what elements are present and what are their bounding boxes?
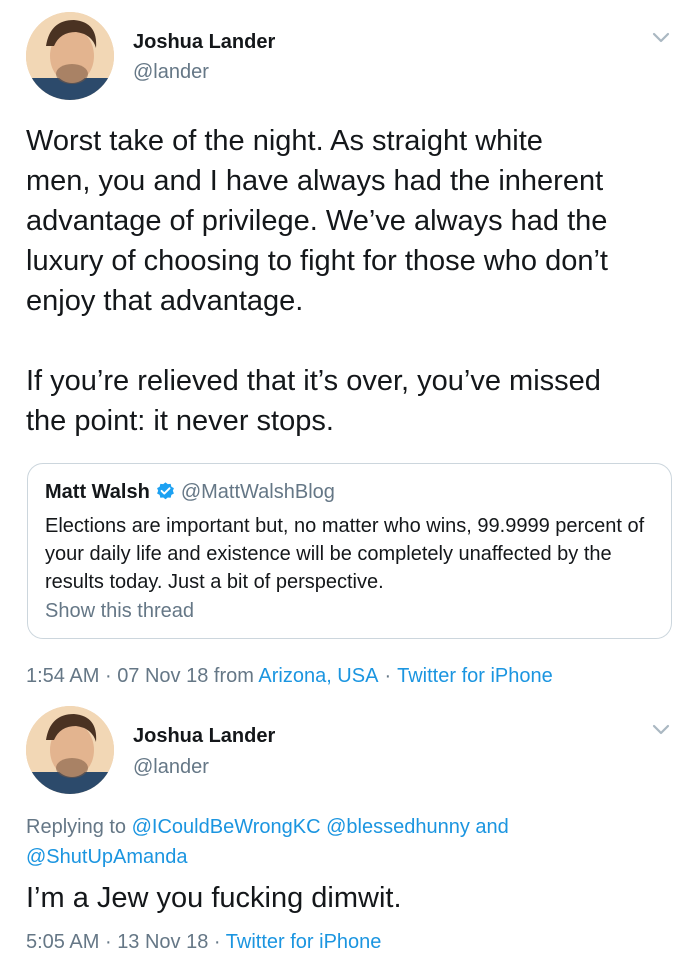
chevron-down-icon[interactable]: [650, 718, 672, 740]
tweet-date[interactable]: 07 Nov 18: [117, 665, 208, 687]
replying-to: Replying to @ICouldBeWrongKC @blessedhun…: [26, 812, 626, 872]
quoted-tweet[interactable]: Matt Walsh @MattWalshBlog Elections are …: [27, 463, 672, 639]
mention-link[interactable]: @blessedhunny: [326, 816, 470, 838]
location-link[interactable]: Arizona, USA: [258, 665, 378, 687]
show-thread-link[interactable]: Show this thread: [45, 600, 194, 623]
tweet-text: I’m a Jew you fucking dimwit.: [26, 882, 402, 914]
author-handle[interactable]: @lander: [133, 756, 209, 779]
meta-separator: ·: [384, 665, 392, 687]
quoted-author-name: Matt Walsh: [45, 481, 150, 503]
mention-link[interactable]: @ICouldBeWrongKC: [132, 816, 321, 838]
verified-badge-icon: [156, 482, 174, 500]
avatar-image: [26, 706, 114, 794]
author-name[interactable]: Joshua Lander: [133, 31, 275, 54]
avatar[interactable]: [26, 12, 114, 100]
chevron-down-icon[interactable]: [650, 26, 672, 48]
avatar[interactable]: [26, 706, 114, 794]
from-label: from: [213, 665, 254, 687]
tweet-meta: 5:05 AM · 13 Nov 18 · Twitter for iPhone: [26, 931, 381, 954]
author-name[interactable]: Joshua Lander: [133, 725, 275, 748]
tweet-meta: 1:54 AM · 07 Nov 18 from Arizona, USA · Tw…: [26, 665, 553, 688]
and-label: and: [475, 816, 509, 838]
client-link[interactable]: Twitter for iPhone: [397, 665, 553, 687]
quoted-tweet-text: Elections are important but, no matter w…: [45, 515, 645, 593]
meta-separator: ·: [104, 931, 112, 953]
mention-link[interactable]: @ShutUpAmanda: [26, 846, 188, 868]
client-link[interactable]: Twitter for iPhone: [226, 931, 382, 953]
author-handle[interactable]: @lander: [133, 61, 209, 84]
avatar-image: [26, 12, 114, 100]
meta-separator: ·: [104, 665, 112, 687]
quoted-author-handle: @MattWalshBlog: [180, 481, 335, 503]
tweet-time[interactable]: 1:54 AM: [26, 665, 99, 687]
replying-to-label: Replying to: [26, 816, 127, 838]
meta-separator: ·: [213, 931, 221, 953]
quoted-tweet-header: Matt Walsh @MattWalshBlog: [45, 480, 335, 504]
tweet-date[interactable]: 13 Nov 18: [117, 931, 208, 953]
tweet-text: Worst take of the night. As straight whi…: [26, 125, 608, 437]
tweet-time[interactable]: 5:05 AM: [26, 931, 99, 953]
